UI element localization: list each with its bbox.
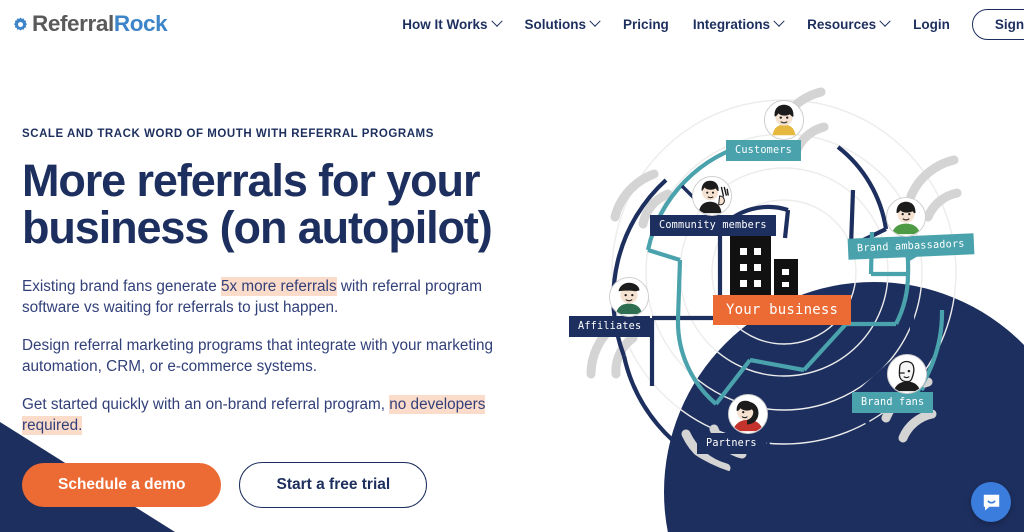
gear-icon bbox=[13, 17, 28, 31]
logo-text-rock: Rock bbox=[113, 11, 168, 36]
hero-paragraph-3: Get started quickly with an on-brand ref… bbox=[22, 394, 522, 436]
nav-label: Login bbox=[913, 16, 950, 32]
nav-label: Resources bbox=[807, 16, 877, 32]
nav-item-resources[interactable]: Resources bbox=[795, 11, 901, 38]
avatar-customers bbox=[764, 100, 804, 140]
chevron-down-icon bbox=[879, 15, 891, 27]
node-label-partners: Partners bbox=[697, 433, 766, 454]
logo-text-referral: Referral bbox=[32, 11, 114, 36]
main-navigation: How It Works Solutions Pricing Integrati… bbox=[390, 8, 1024, 40]
node-label-customers: Customers bbox=[726, 140, 802, 161]
headline-line-1: More referrals for your bbox=[22, 155, 480, 206]
para1-highlight: 5x more referrals bbox=[221, 277, 337, 296]
page-title: More referrals for your business (on aut… bbox=[22, 157, 552, 251]
nav-label: Pricing bbox=[623, 16, 669, 32]
hero-cta-group: Schedule a demo Start a free trial bbox=[22, 462, 428, 508]
chevron-down-icon bbox=[589, 15, 601, 27]
nav-item-login[interactable]: Login bbox=[901, 11, 962, 38]
schedule-demo-button[interactable]: Schedule a demo bbox=[22, 463, 222, 507]
headline-line-2: business (on autopilot) bbox=[22, 202, 493, 253]
avatar-affiliates bbox=[609, 277, 649, 317]
chevron-down-icon bbox=[773, 15, 785, 27]
avatar-brand-fans bbox=[887, 354, 927, 394]
avatar-community-members bbox=[692, 176, 732, 216]
node-label-brand-fans: Brand fans bbox=[852, 392, 934, 413]
chat-bubble-smile-icon bbox=[983, 494, 999, 511]
hero-content: SCALE AND TRACK WORD OF MOUTH WITH REFER… bbox=[22, 128, 552, 453]
hero-paragraph-1: Existing brand fans generate 5x more ref… bbox=[22, 276, 522, 318]
start-free-trial-button[interactable]: Start a free trial bbox=[239, 462, 428, 508]
nav-item-integrations[interactable]: Integrations bbox=[681, 11, 795, 38]
nav-label: Solutions bbox=[524, 16, 587, 32]
chevron-down-icon bbox=[490, 15, 503, 27]
nav-item-how-it-works[interactable]: How It Works bbox=[390, 11, 512, 38]
chat-launcher-button[interactable] bbox=[971, 482, 1011, 522]
nav-label: Integrations bbox=[692, 16, 771, 32]
para1-before: Existing brand fans generate bbox=[22, 278, 221, 295]
para3-before: Get started quickly with an on-brand ref… bbox=[22, 396, 390, 413]
nav-label: How It Works bbox=[402, 16, 488, 32]
referral-network-illustration: Your business Customers Community member… bbox=[556, 74, 1016, 474]
site-header: ReferralRock How It Works Solutions Pric… bbox=[0, 0, 1024, 48]
logo[interactable]: ReferralRock bbox=[13, 11, 168, 37]
node-label-community-members: Community members bbox=[650, 215, 776, 236]
logo-text: ReferralRock bbox=[32, 11, 168, 37]
avatar-brand-ambassadors bbox=[886, 197, 926, 237]
hero-eyebrow: SCALE AND TRACK WORD OF MOUTH WITH REFER… bbox=[22, 128, 434, 140]
sign-up-button[interactable]: Sign Up bbox=[971, 8, 1024, 40]
nav-item-solutions[interactable]: Solutions bbox=[513, 11, 612, 38]
node-label-affiliates: Affiliates bbox=[569, 316, 651, 337]
avatar-partners bbox=[728, 394, 768, 434]
center-label-your-business: Your business bbox=[713, 295, 852, 325]
office-building-icon bbox=[729, 235, 805, 297]
hero-paragraph-2: Design referral marketing programs that … bbox=[22, 337, 494, 375]
nav-item-pricing[interactable]: Pricing bbox=[611, 11, 681, 38]
page-root: ReferralRock How It Works Solutions Pric… bbox=[0, 0, 1024, 532]
